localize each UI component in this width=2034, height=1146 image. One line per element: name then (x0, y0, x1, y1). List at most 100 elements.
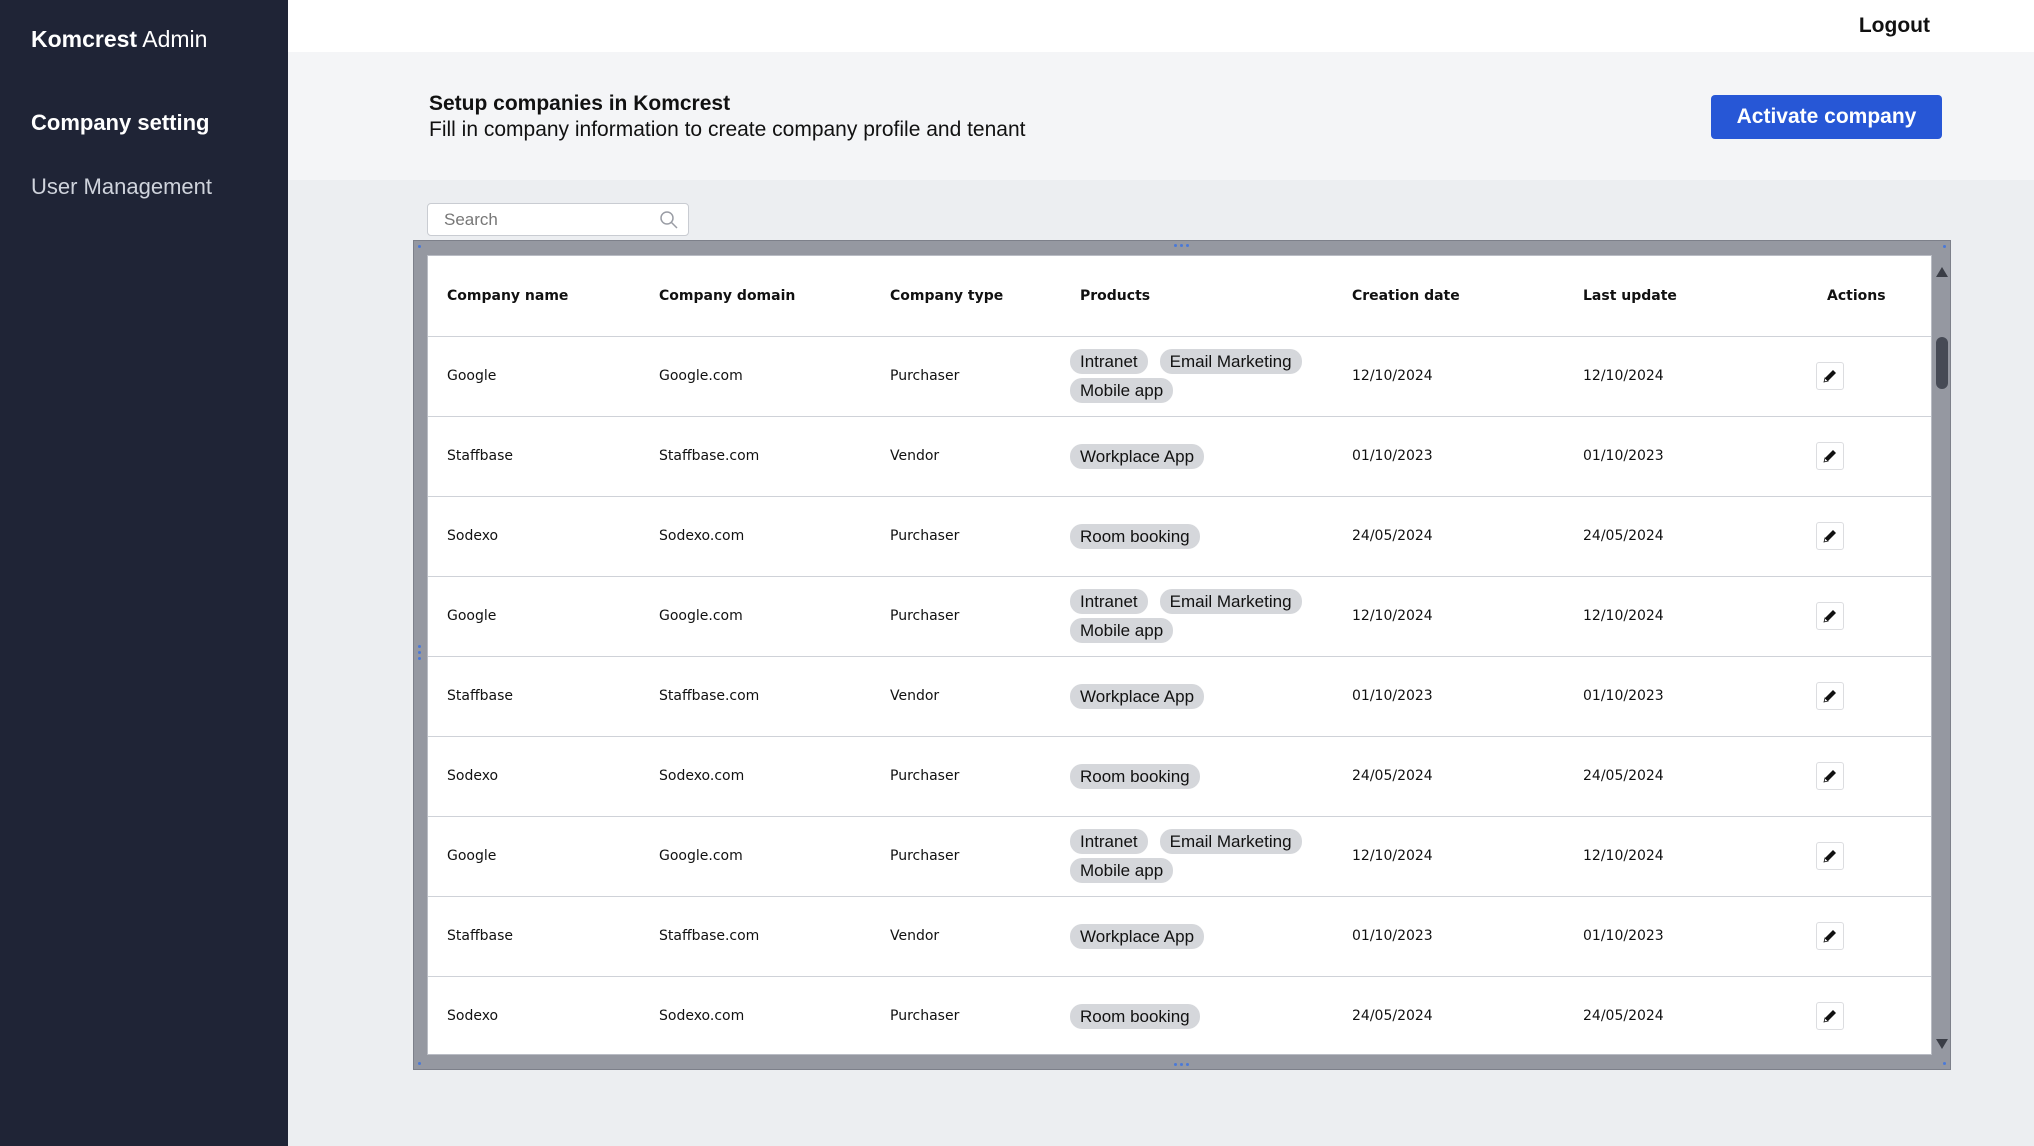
cell-last-update: 12/10/2024 (1583, 576, 1783, 657)
cell-company-type: Purchaser (890, 816, 1070, 897)
cell-last-update: 24/05/2024 (1583, 496, 1783, 577)
cell-creation-date: 01/10/2023 (1352, 896, 1583, 977)
product-chip: Workplace App (1070, 923, 1205, 949)
table-row: Sodexo Sodexo.com Purchaser Room booking 24/… (428, 736, 1931, 817)
pencil-icon (1823, 530, 1836, 543)
column-header-company-type: Company type (890, 256, 1070, 337)
cell-company-domain: Google.com (659, 576, 890, 657)
activate-company-button[interactable]: Activate company (1711, 95, 1942, 139)
product-chips: Workplace App (1070, 443, 1310, 469)
cell-company-domain: Staffbase.com (659, 896, 890, 977)
page-subtitle: Fill in company information to create co… (429, 118, 1026, 141)
cell-actions (1783, 976, 1931, 1054)
corner-handle-top-right[interactable] (1943, 245, 1946, 248)
table-scrollbar[interactable] (1934, 255, 1949, 1055)
corner-handle-top-left[interactable] (418, 245, 421, 248)
logout-link[interactable]: Logout (1859, 14, 1930, 38)
search-box (427, 203, 689, 236)
table-header-row: Company name Company domain Company type… (428, 256, 1931, 337)
edit-button[interactable] (1816, 362, 1844, 390)
scroll-up-arrow[interactable] (1936, 267, 1948, 277)
cell-creation-date: 24/05/2024 (1352, 736, 1583, 817)
table-row: Staffbase Staffbase.com Vendor Workplace Ap… (428, 656, 1931, 737)
edit-button[interactable] (1816, 1002, 1844, 1030)
product-chip: Mobile app (1070, 378, 1174, 403)
column-header-creation-date: Creation date (1352, 256, 1583, 337)
cell-products: Room booking (1070, 496, 1352, 577)
pencil-icon (1823, 370, 1836, 383)
column-header-company-name: Company name (428, 256, 659, 337)
cell-company-type: Purchaser (890, 976, 1070, 1054)
sidebar-item-user-management[interactable]: User Management (31, 174, 212, 200)
corner-handle-bottom-left[interactable] (418, 1062, 421, 1065)
cell-products: Room booking (1070, 976, 1352, 1054)
cell-last-update: 01/10/2023 (1583, 656, 1783, 737)
cell-company-name: Staffbase (428, 416, 659, 497)
cell-company-type: Purchaser (890, 736, 1070, 817)
edit-button[interactable] (1816, 602, 1844, 630)
pencil-icon (1823, 930, 1836, 943)
cell-company-name: Staffbase (428, 656, 659, 737)
cell-company-type: Vendor (890, 656, 1070, 737)
product-chip: Room booking (1070, 523, 1200, 549)
page-title: Setup companies in Komcrest (429, 92, 731, 115)
cell-last-update: 01/10/2023 (1583, 416, 1783, 497)
corner-handle-bottom-right[interactable] (1943, 1062, 1946, 1065)
search-input[interactable] (428, 204, 648, 235)
bottom-resize-handle[interactable] (1174, 1063, 1189, 1066)
cell-company-type: Purchaser (890, 336, 1070, 417)
cell-creation-date: 24/05/2024 (1352, 976, 1583, 1054)
product-chip: Intranet (1070, 349, 1148, 374)
cell-creation-date: 12/10/2024 (1352, 336, 1583, 417)
cell-company-name: Staffbase (428, 896, 659, 977)
table-row: Staffbase Staffbase.com Vendor Workplace Ap… (428, 416, 1931, 497)
top-bar: Logout (288, 0, 2034, 52)
cell-last-update: 01/10/2023 (1583, 896, 1783, 977)
table-row: Sodexo Sodexo.com Purchaser Room booking 24/… (428, 496, 1931, 577)
scroll-thumb[interactable] (1936, 337, 1948, 389)
column-header-actions: Actions (1783, 256, 1931, 337)
brand-logo: Komcrest Admin (31, 26, 207, 53)
top-resize-handle[interactable] (1174, 244, 1189, 247)
cell-actions (1783, 736, 1931, 817)
cell-actions (1783, 576, 1931, 657)
cell-last-update: 12/10/2024 (1583, 816, 1783, 897)
cell-creation-date: 12/10/2024 (1352, 816, 1583, 897)
cell-creation-date: 24/05/2024 (1352, 496, 1583, 577)
edit-button[interactable] (1816, 922, 1844, 950)
left-resize-handle[interactable] (418, 645, 421, 660)
product-chips: Workplace App (1070, 923, 1310, 949)
edit-button[interactable] (1816, 762, 1844, 790)
product-chip: Email Marketing (1159, 349, 1302, 374)
pencil-icon (1823, 690, 1836, 703)
cell-company-domain: Google.com (659, 816, 890, 897)
cell-company-domain: Staffbase.com (659, 656, 890, 737)
cell-actions (1783, 416, 1931, 497)
product-chip: Intranet (1070, 829, 1148, 854)
cell-last-update: 12/10/2024 (1583, 336, 1783, 417)
product-chips: Room booking (1070, 763, 1310, 789)
product-chips: Intranet Email Marketing Mobile app (1070, 589, 1310, 643)
cell-products: Intranet Email Marketing Mobile app (1070, 336, 1352, 417)
product-chips: Room booking (1070, 523, 1310, 549)
product-chips: Workplace App (1070, 683, 1310, 709)
product-chips: Room booking (1070, 1003, 1310, 1029)
cell-company-domain: Sodexo.com (659, 736, 890, 817)
cell-creation-date: 12/10/2024 (1352, 576, 1583, 657)
pencil-icon (1823, 850, 1836, 863)
edit-button[interactable] (1816, 842, 1844, 870)
cell-company-name: Google (428, 336, 659, 417)
cell-products: Workplace App (1070, 656, 1352, 737)
cell-company-domain: Sodexo.com (659, 496, 890, 577)
edit-button[interactable] (1816, 682, 1844, 710)
column-header-products: Products (1070, 256, 1352, 337)
search-icon[interactable] (659, 210, 679, 230)
scroll-down-arrow[interactable] (1936, 1039, 1948, 1049)
brand-suffix: Admin (137, 26, 208, 52)
sidebar-item-company-setting[interactable]: Company setting (31, 110, 209, 136)
product-chip: Workplace App (1070, 443, 1205, 469)
brand-name: Komcrest (31, 26, 138, 52)
edit-button[interactable] (1816, 522, 1844, 550)
product-chip: Email Marketing (1159, 829, 1302, 854)
edit-button[interactable] (1816, 442, 1844, 470)
